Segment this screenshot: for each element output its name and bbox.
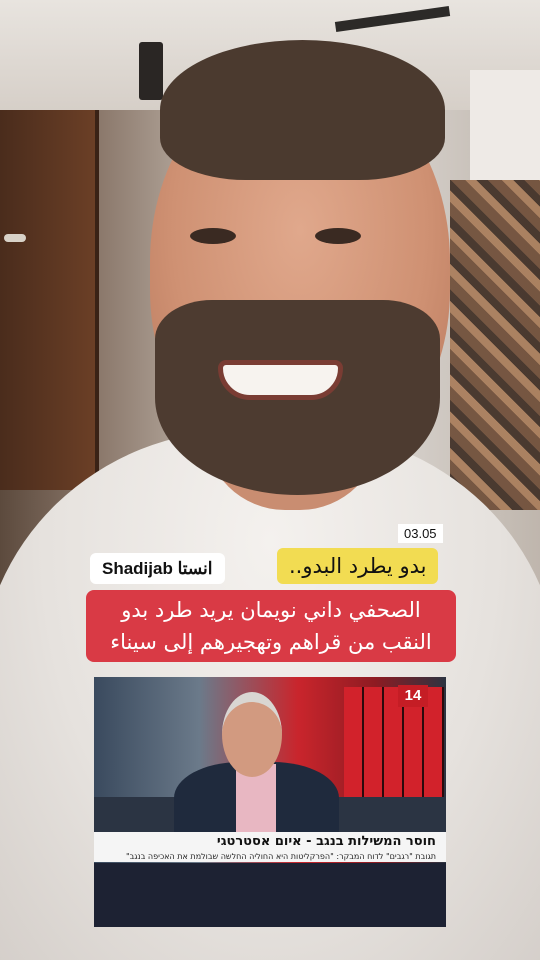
- tv-clip-bottom-frame: [94, 863, 446, 927]
- wall-lamp: [139, 42, 163, 100]
- wall-cabinet: [470, 70, 540, 180]
- speaker-mouth: [218, 360, 343, 400]
- speaker-eye-right: [315, 228, 361, 244]
- tv-guest: [174, 692, 339, 852]
- tv-guest-head: [222, 692, 282, 777]
- tv-studio-screens: [344, 687, 444, 807]
- yellow-headline: بدو يطرد البدو..: [277, 548, 439, 584]
- embedded-tv-clip: 14 חוסר המשילות בנגב - איום אסטרטגי תגוב…: [94, 677, 446, 927]
- red-headline: الصحفي داني نويمان يريد طرد بدو النقب من…: [86, 590, 456, 662]
- instagram-handle-tag: انستا Shadijab: [90, 553, 225, 584]
- door: [0, 110, 99, 490]
- tv-lower-third-headline: חוסר המשילות בנגב - איום אסטרטגי: [216, 834, 436, 849]
- red-headline-line-1: الصحفي داني نويمان يريد طرد بدو: [121, 598, 421, 622]
- tv-lower-third-subline: תגובת "רגבים" לדוח המבקר: "הפרקליטות היא…: [125, 852, 436, 861]
- speaker-eye-left: [190, 228, 236, 244]
- channel-logo: 14: [398, 685, 428, 707]
- door-handle: [4, 234, 26, 242]
- red-headline-line-2: النقب من قراهم وتهجيرهم إلى سيناء: [110, 630, 432, 654]
- date-label: 03.05: [398, 524, 443, 543]
- fridge-with-magnets: [450, 180, 540, 510]
- speaker-hair: [160, 40, 445, 180]
